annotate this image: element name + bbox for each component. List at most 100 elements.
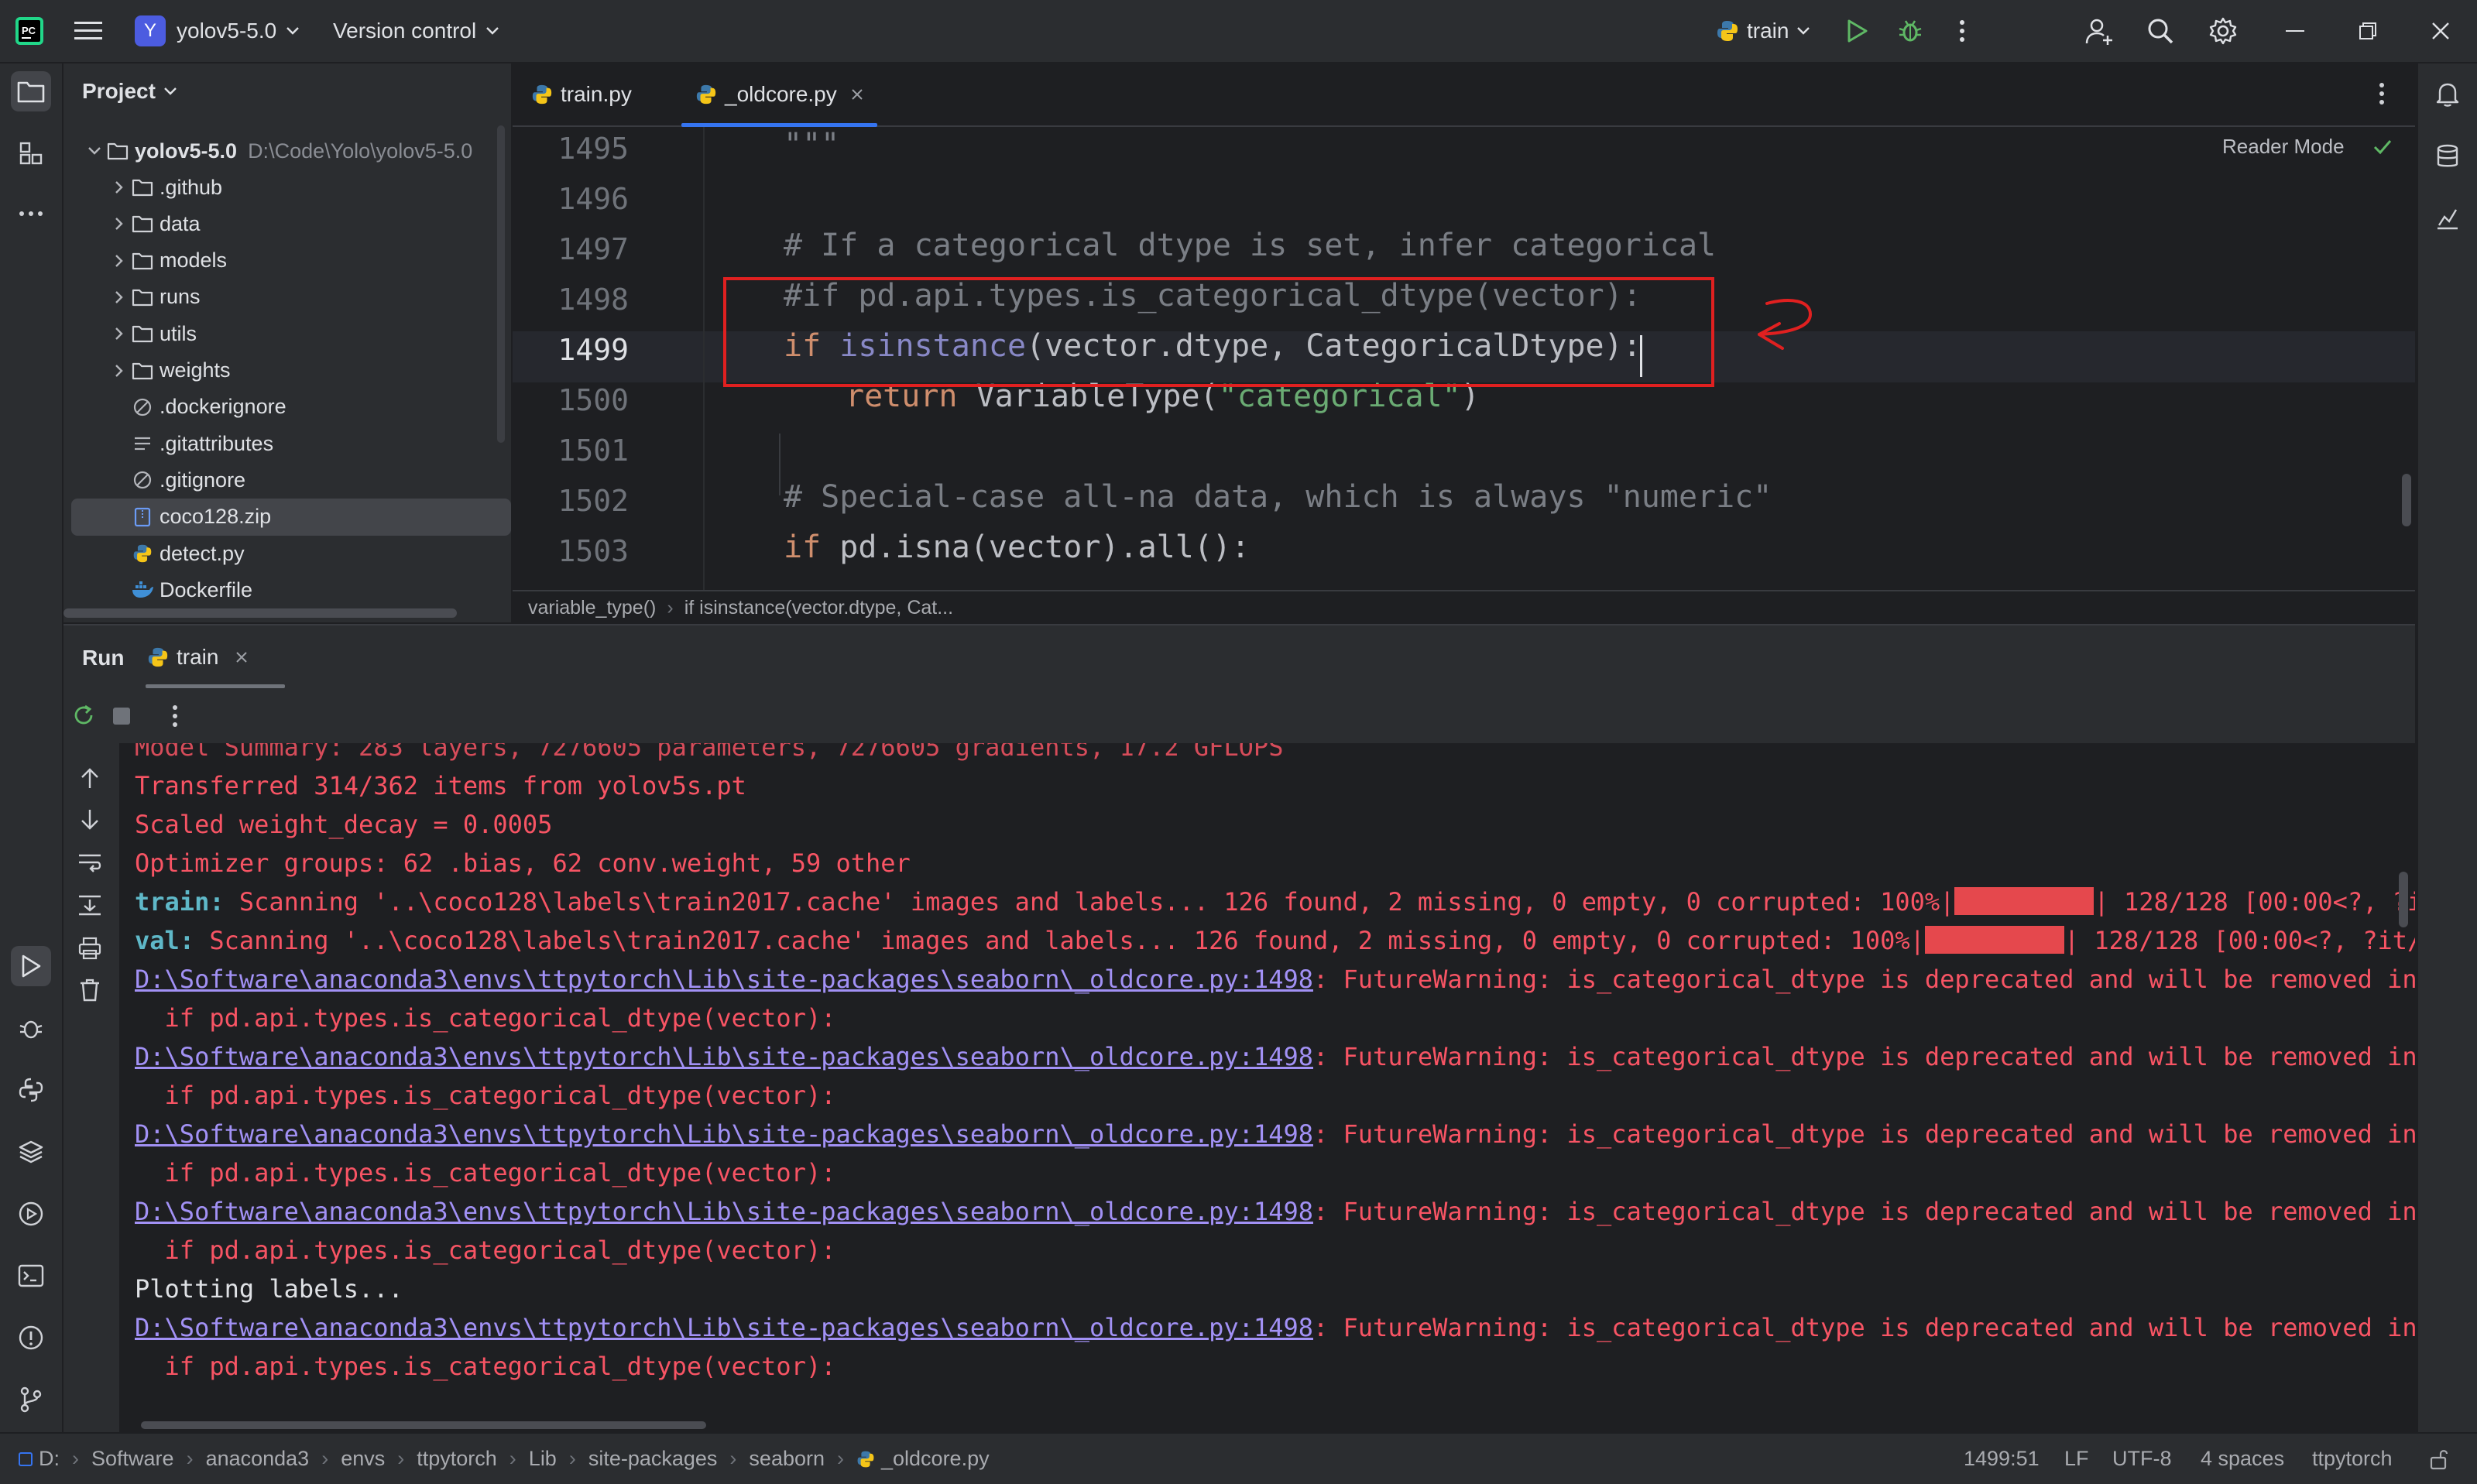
pycharm-logo-icon[interactable]: PC [15, 0, 43, 62]
debug-button[interactable] [1897, 0, 1923, 62]
right-tool-strip [2417, 63, 2477, 1432]
project-panel-header[interactable]: Project [82, 79, 177, 104]
tree-item[interactable]: .dockerignore [63, 389, 556, 426]
tree-root-row[interactable]: yolov5-5.0 D:\Code\Yolo\yolov5-5.0 [63, 132, 531, 170]
git-tool-button[interactable] [11, 1379, 51, 1420]
lock-icon[interactable] [2428, 1434, 2450, 1484]
stop-icon[interactable] [113, 708, 130, 725]
gear-icon[interactable] [2208, 0, 2238, 62]
tree-item[interactable]: .gitattributes [63, 425, 556, 462]
add-user-icon[interactable] [2084, 0, 2114, 62]
warning-message: : FutureWarning: is_categorical_dtype is… [1312, 1042, 2415, 1071]
line-number: 1500 [557, 383, 629, 417]
horizontal-scrollbar[interactable] [63, 608, 457, 618]
tree-item[interactable]: .gitignore [63, 461, 556, 499]
tree-item[interactable]: models [63, 242, 556, 279]
status-path-segment[interactable]: envs [341, 1447, 385, 1470]
warning-circle-icon [18, 1325, 44, 1351]
tree-item[interactable]: Dockerfile [63, 571, 556, 608]
tab-actions-icon[interactable] [2379, 82, 2385, 105]
run-tool-button[interactable] [11, 946, 51, 986]
status-breadcrumb: D: › Software › anaconda3 › envs › ttpytorch › Lib… [19, 1434, 990, 1484]
sciview-button[interactable] [2427, 198, 2468, 238]
services-tool-button[interactable] [11, 1194, 51, 1234]
tree-item[interactable]: utils [63, 315, 556, 352]
warning-file-link[interactable]: D:\Software\anaconda3\envs\ttpytorch\Lib… [135, 1119, 1313, 1149]
warning-file-link[interactable]: D:\Software\anaconda3\envs\ttpytorch\Lib… [135, 1042, 1313, 1071]
run-config-tab[interactable]: train [147, 625, 248, 689]
minimize-icon[interactable] [2286, 0, 2304, 62]
caret-position[interactable]: 1499:51 [1964, 1434, 2040, 1484]
crumb-statement[interactable]: if isinstance(vector.dtype, Cat... [684, 597, 953, 619]
run-more-icon[interactable] [172, 704, 178, 728]
console-line: if pd.api.types.is_categorical_dtype(vec… [135, 1158, 836, 1188]
project-selector[interactable]: Y yolov5-5.0 [135, 0, 300, 62]
tree-item[interactable]: data [63, 205, 556, 242]
status-path-segment[interactable]: Software [91, 1447, 174, 1470]
status-path-segment[interactable]: Lib [529, 1447, 557, 1470]
run-button[interactable] [1846, 0, 1869, 62]
python-packages-tool-button[interactable] [11, 1070, 51, 1110]
close-tab-icon[interactable] [235, 651, 248, 663]
tree-item[interactable]: .github [63, 169, 556, 206]
vertical-scrollbar[interactable] [497, 125, 505, 443]
editor-scrollbar[interactable] [2402, 474, 2411, 526]
console-line: Plotting labels... [135, 1274, 403, 1304]
tab-train-py[interactable]: train.py [531, 63, 632, 125]
project-tool-button[interactable] [11, 71, 51, 111]
problems-tool-button[interactable] [11, 1318, 51, 1358]
console-output[interactable]: Model Summary: 283 layers, 7276605 param… [63, 743, 2415, 1434]
status-path-segment[interactable]: D: [39, 1447, 60, 1470]
database-button[interactable] [2427, 136, 2468, 177]
chevron-right-icon: › [837, 1447, 844, 1470]
close-tab-icon[interactable] [851, 88, 863, 101]
status-path-segment[interactable]: _oldcore.py [881, 1447, 990, 1470]
crumb-function[interactable]: variable_type() [528, 597, 656, 619]
run-config-selector[interactable]: train [1716, 0, 1810, 62]
line-separator[interactable]: LF [2064, 1434, 2089, 1484]
more-tools-button[interactable] [11, 194, 51, 234]
search-icon[interactable] [2146, 0, 2174, 62]
more-actions-icon[interactable] [1959, 0, 1965, 62]
warning-file-link[interactable]: D:\Software\anaconda3\envs\ttpytorch\Lib… [135, 1197, 1313, 1226]
debug-tool-button[interactable] [11, 1008, 51, 1048]
terminal-tool-button[interactable] [11, 1256, 51, 1296]
console-line: if pd.api.types.is_categorical_dtype(vec… [135, 1352, 836, 1381]
status-path-segment[interactable]: site-packages [588, 1447, 718, 1470]
python-icon [695, 84, 717, 105]
svg-text:PC: PC [22, 25, 36, 36]
console-scrollbar[interactable] [2399, 872, 2408, 927]
tree-item[interactable]: coco128.zip [71, 498, 511, 536]
layers-tool-button[interactable] [11, 1132, 51, 1172]
rerun-icon[interactable] [71, 703, 96, 728]
tree-item[interactable]: detect.py [63, 535, 556, 572]
structure-tool-button[interactable] [11, 133, 51, 173]
run-panel: Run train Model Summary: 283 layers, 727… [63, 624, 2415, 1434]
reader-mode-toggle[interactable]: Reader Mode [2222, 135, 2393, 159]
indent-setting[interactable]: 4 spaces [2201, 1434, 2284, 1484]
code-text: # Special-case all-na data, which is alw… [784, 479, 1772, 515]
restore-icon[interactable] [2359, 0, 2377, 62]
main-menu-icon[interactable] [74, 0, 102, 62]
status-path-segment[interactable]: ttpytorch [417, 1447, 497, 1470]
console-line: Scaled weight_decay = 0.0005 [135, 810, 553, 839]
status-path-segment[interactable]: seaborn [749, 1447, 825, 1470]
tab-oldcore-py[interactable]: _oldcore.py [681, 63, 877, 127]
python-icon [856, 1450, 875, 1469]
database-icon [2436, 143, 2459, 170]
console-line: if pd.api.types.is_categorical_dtype(vec… [135, 1236, 836, 1265]
status-path-segment[interactable]: anaconda3 [206, 1447, 310, 1470]
warning-file-link[interactable]: D:\Software\anaconda3\envs\ttpytorch\Lib… [135, 965, 1313, 994]
tree-item-label: Dockerfile [160, 577, 253, 601]
vcs-selector[interactable]: Version control [333, 0, 499, 62]
tree-item[interactable]: runs [63, 279, 556, 316]
console-horizontal-scrollbar[interactable] [141, 1421, 706, 1429]
tree-item[interactable]: weights [63, 352, 556, 389]
warning-file-link[interactable]: D:\Software\anaconda3\envs\ttpytorch\Lib… [135, 1313, 1313, 1342]
close-icon[interactable] [2431, 0, 2450, 62]
chevron-right-icon [108, 180, 130, 194]
python-interpreter[interactable]: ttpytorch [2312, 1434, 2393, 1484]
notifications-button[interactable] [2427, 74, 2468, 115]
drive-icon [19, 1451, 33, 1466]
file-encoding[interactable]: UTF-8 [2112, 1434, 2172, 1484]
